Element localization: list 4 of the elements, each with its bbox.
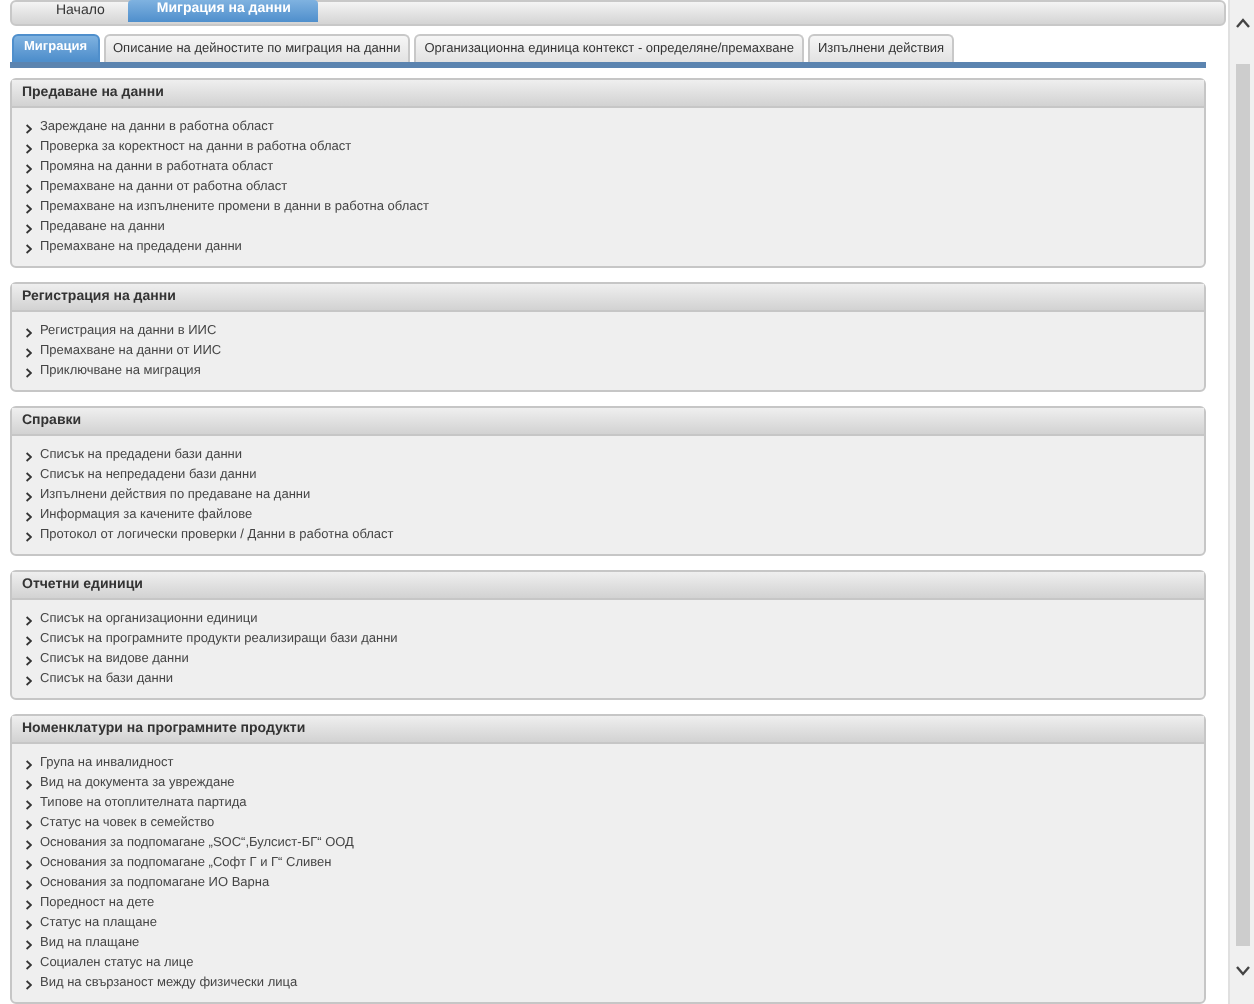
scroll-up-icon[interactable]: [1235, 18, 1249, 28]
scroll-down-icon[interactable]: [1235, 966, 1249, 976]
scrollbar[interactable]: [1228, 0, 1254, 1004]
scrollbar-thumb[interactable]: [1235, 64, 1249, 946]
